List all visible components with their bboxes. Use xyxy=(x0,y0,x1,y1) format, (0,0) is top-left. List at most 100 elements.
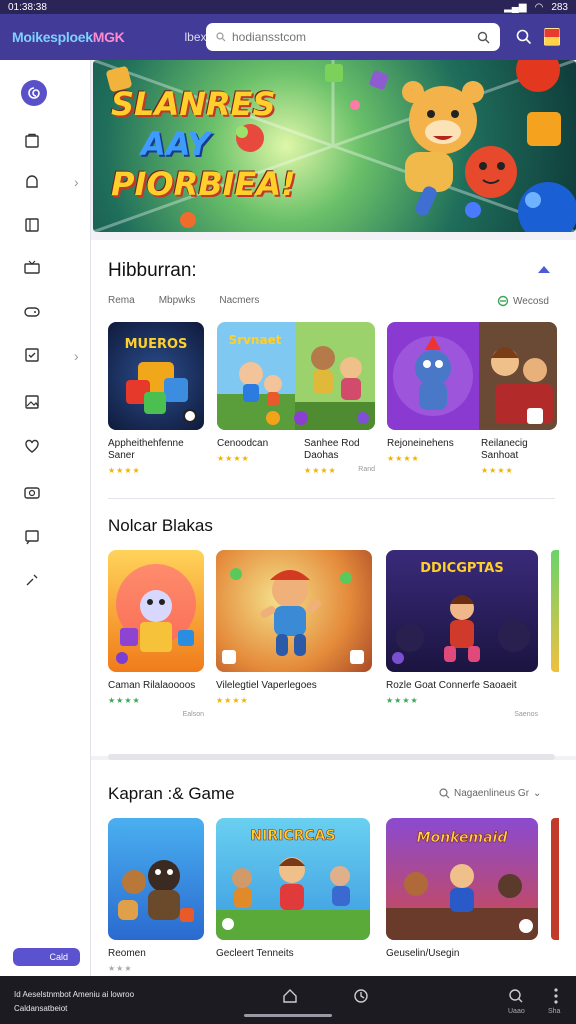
rating-stars: ★★★ xyxy=(108,964,133,973)
message-icon xyxy=(25,530,39,545)
filter-tab[interactable]: Rema xyxy=(108,295,135,306)
search-box xyxy=(206,23,500,51)
game-title: Appheithehfenne Saner xyxy=(108,438,184,461)
filter-tab[interactable]: Nacmers xyxy=(219,295,259,306)
chevron-down-icon: ⌄ xyxy=(533,788,542,799)
signal-icon: ▂▄▆ xyxy=(504,1,527,13)
home-nav-icon[interactable] xyxy=(280,986,300,1006)
chevron-right-icon[interactable]: › xyxy=(74,349,84,363)
sidebar-item-tv[interactable] xyxy=(20,256,44,280)
search-input[interactable] xyxy=(232,30,477,44)
game-card[interactable]: Rejoneinehens ★★★★ Reilanecig Sanhoat ★★… xyxy=(387,322,557,475)
magnifier-icon xyxy=(216,32,226,42)
app-header: MoikesploekMGK lbex xyxy=(0,14,576,60)
section-title: Kapran :& Game xyxy=(108,784,235,803)
sidebar-item-favorites[interactable] xyxy=(20,434,44,458)
game-title: Cenoodcan xyxy=(217,438,269,449)
profile-avatar[interactable] xyxy=(21,80,47,106)
app-logo[interactable]: MoikesploekMGK xyxy=(12,29,125,45)
rating-stars: ★★★★ xyxy=(304,466,337,475)
game-thumbnail: NIRICRCAS xyxy=(216,818,370,940)
sidebar-item-library[interactable] xyxy=(20,213,44,237)
sidebar-item-bag[interactable] xyxy=(20,128,44,152)
sidebar-action-button[interactable]: Cald xyxy=(13,948,80,966)
game-thumbnail: Monkemaid xyxy=(386,818,538,940)
game-card[interactable]: MUEROS Appheithehfenne Saner ★★★★ xyxy=(108,322,204,475)
monster-art xyxy=(387,322,557,430)
dungeon-art: DDICGPTAS xyxy=(392,561,530,664)
game-title: Reomen xyxy=(108,948,146,959)
game-title: Caman Rilalaoooos xyxy=(108,680,196,691)
game-thumbnail xyxy=(387,322,557,430)
rating-stars: ★★★★ xyxy=(217,454,250,463)
game-meta: Ealson xyxy=(182,711,204,718)
shopping-bag-icon xyxy=(25,133,39,148)
section-divider xyxy=(108,498,555,499)
cube-art: MUEROS xyxy=(125,337,197,423)
status-bar: 01:38:38 ▂▄▆ ◠ 283 xyxy=(0,0,576,14)
game-card[interactable]: Caman Rilalaoooos ★★★★ Ealson xyxy=(108,550,204,718)
game-card[interactable]: Monkemaid Geuselin/Usegin xyxy=(386,818,538,960)
game-card[interactable]: NIRICRCAS Gecleert Tenneits xyxy=(216,818,370,960)
gesture-home-bar[interactable] xyxy=(244,1014,332,1017)
swirl-icon xyxy=(28,87,40,99)
game-card[interactable]: Srvnaet Cenoodcan ★★★★ Sanhee Rod Daohas… xyxy=(217,322,375,475)
game-thumbnail: MUEROS xyxy=(108,322,204,430)
more-link[interactable]: Wecosd xyxy=(497,295,549,307)
more-link[interactable]: Nagaenlineus Gr ⌄ xyxy=(439,788,541,799)
chevron-up-icon[interactable] xyxy=(537,264,551,274)
game-thumbnail: Srvnaet xyxy=(217,322,375,430)
monkey-art xyxy=(118,860,194,922)
bottom-bar: Id Aeselstnmbot Ameniu ai lowroo Caldans… xyxy=(0,976,576,1024)
game-card[interactable]: DDICGPTAS Rozle Goat Connerfe Saoaeit ★★… xyxy=(386,550,538,718)
search-nav-icon[interactable] xyxy=(506,986,526,1006)
rating-stars: ★★★★ xyxy=(108,696,141,705)
chevron-right-icon[interactable]: › xyxy=(74,175,84,189)
nav-label: Sha xyxy=(548,1008,561,1015)
section-title: Hibburran: xyxy=(108,260,197,281)
game-thumbnail xyxy=(108,818,204,940)
sidebar-item-notifications[interactable] xyxy=(20,170,44,194)
search-button-icon[interactable] xyxy=(515,28,533,46)
sidebar-item-messages[interactable] xyxy=(20,525,44,549)
rating-stars: ★★★★ xyxy=(386,696,419,705)
rating-stars: ★★★★ xyxy=(108,466,141,475)
sidebar-item-tools[interactable] xyxy=(20,568,44,592)
checkbox-icon xyxy=(25,348,39,362)
language-flag-icon[interactable] xyxy=(544,28,560,46)
runner-art xyxy=(222,568,364,664)
game-meta: Rand xyxy=(358,466,375,473)
game-title: Sanhee Rod Daohas xyxy=(304,438,360,461)
search-small-icon xyxy=(439,788,450,799)
wifi-icon: ◠ xyxy=(534,1,544,13)
sidebar-item-games[interactable] xyxy=(20,299,44,323)
next-card-peek[interactable] xyxy=(551,550,559,672)
filter-tab[interactable]: Mbpwks xyxy=(159,295,196,306)
filter-tabs: Rema Mbpwks Nacmers xyxy=(108,295,259,306)
nav-link[interactable]: lbex xyxy=(185,30,207,44)
game-title: Rozle Goat Connerfe Saoaeit xyxy=(386,680,517,691)
thumb-label: NIRICRCAS xyxy=(250,828,335,844)
game-card[interactable]: Vilelegtiel Vaperlegoes ★★★★ xyxy=(216,550,372,705)
main-content: SLANRES AAY PIORBIEA! Hibburran: Rema Mb… xyxy=(91,60,576,976)
gamepad-icon xyxy=(24,307,40,317)
search-icon[interactable] xyxy=(477,31,490,44)
sidebar-item-photos[interactable] xyxy=(20,390,44,414)
more-vertical-icon[interactable] xyxy=(546,986,566,1006)
sidebar-item-camera[interactable] xyxy=(20,480,44,504)
rating-stars: ★★★★ xyxy=(481,466,514,475)
tv-icon xyxy=(24,260,40,274)
game-thumbnail: DDICGPTAS xyxy=(386,550,538,672)
clock-nav-icon[interactable] xyxy=(351,986,371,1006)
sidebar-item-tasks[interactable] xyxy=(20,343,44,367)
kids-art: NIRICRCAS xyxy=(216,828,370,940)
heart-icon xyxy=(25,439,39,453)
game-card[interactable]: Reomen ★★★ xyxy=(108,818,204,973)
thumb-label: DDICGPTAS xyxy=(420,561,503,576)
cartoon-art: Srvnaet xyxy=(217,322,375,430)
banner-headline: SLANRES AAY PIORBIEA! xyxy=(111,85,296,203)
thumb-label: Monkemaid xyxy=(417,830,509,846)
next-card-peek[interactable] xyxy=(551,818,559,940)
hero-banner[interactable]: SLANRES AAY PIORBIEA! xyxy=(93,60,576,232)
image-icon xyxy=(25,395,39,409)
